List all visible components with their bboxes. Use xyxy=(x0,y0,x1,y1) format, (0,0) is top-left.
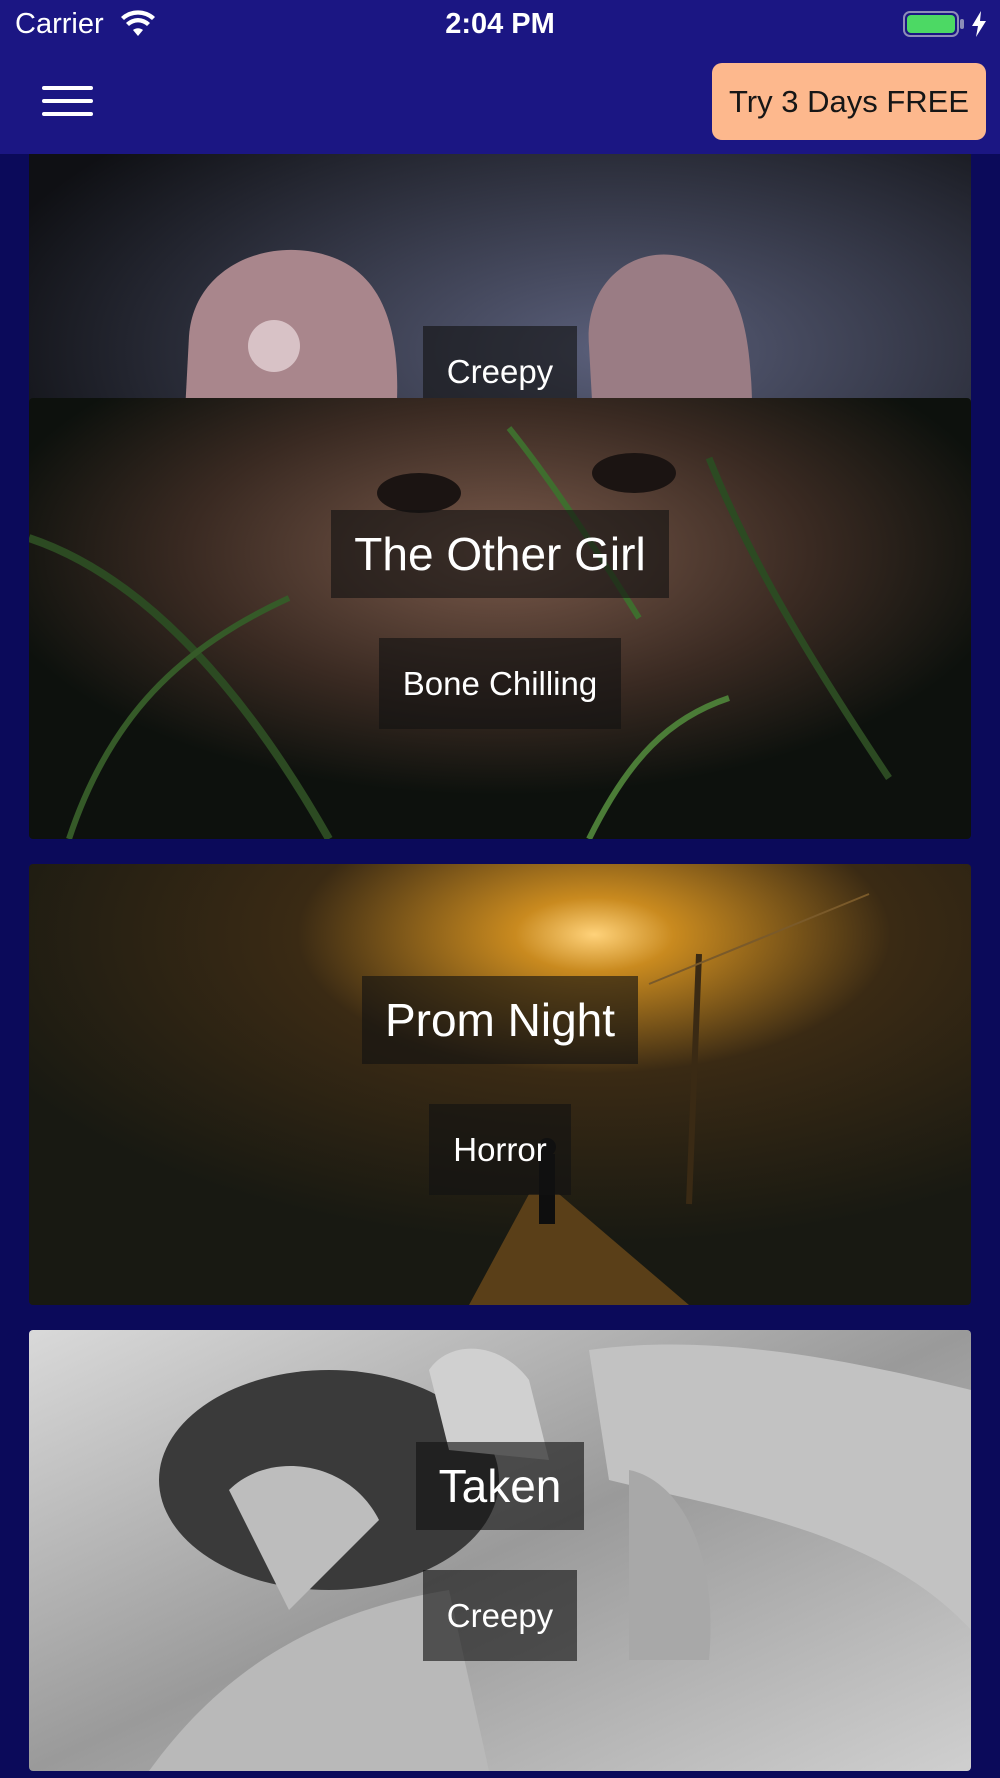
story-card-image xyxy=(29,864,971,1305)
story-genre: Creepy xyxy=(422,1570,578,1661)
story-title: The Other Girl xyxy=(331,510,669,598)
status-bar: Carrier 2:04 PM xyxy=(0,0,1000,50)
story-card-prom-night[interactable]: Prom Night Horror xyxy=(29,864,971,1305)
navigation-bar: Try 3 Days FREE xyxy=(0,50,1000,154)
story-title: Taken xyxy=(415,1442,585,1530)
battery-icon xyxy=(903,11,964,37)
story-feed[interactable]: Creepy The Other Girl Bone Chilling Prom… xyxy=(0,154,1000,1778)
story-card-image xyxy=(29,1330,971,1771)
free-trial-button[interactable]: Try 3 Days FREE xyxy=(712,63,986,140)
story-card-image xyxy=(29,398,971,839)
story-card-the-other-girl[interactable]: The Other Girl Bone Chilling xyxy=(29,398,971,839)
story-card-taken[interactable]: Taken Creepy xyxy=(29,1330,971,1771)
app-header: Carrier 2:04 PM Try 3 Days FREE xyxy=(0,0,1000,154)
story-genre: Bone Chilling xyxy=(378,638,622,729)
story-title: Prom Night xyxy=(361,976,639,1064)
hamburger-menu-icon[interactable] xyxy=(30,74,104,128)
story-genre: Horror xyxy=(429,1104,571,1195)
clock: 2:04 PM xyxy=(445,8,555,40)
charging-bolt-icon xyxy=(972,11,986,37)
